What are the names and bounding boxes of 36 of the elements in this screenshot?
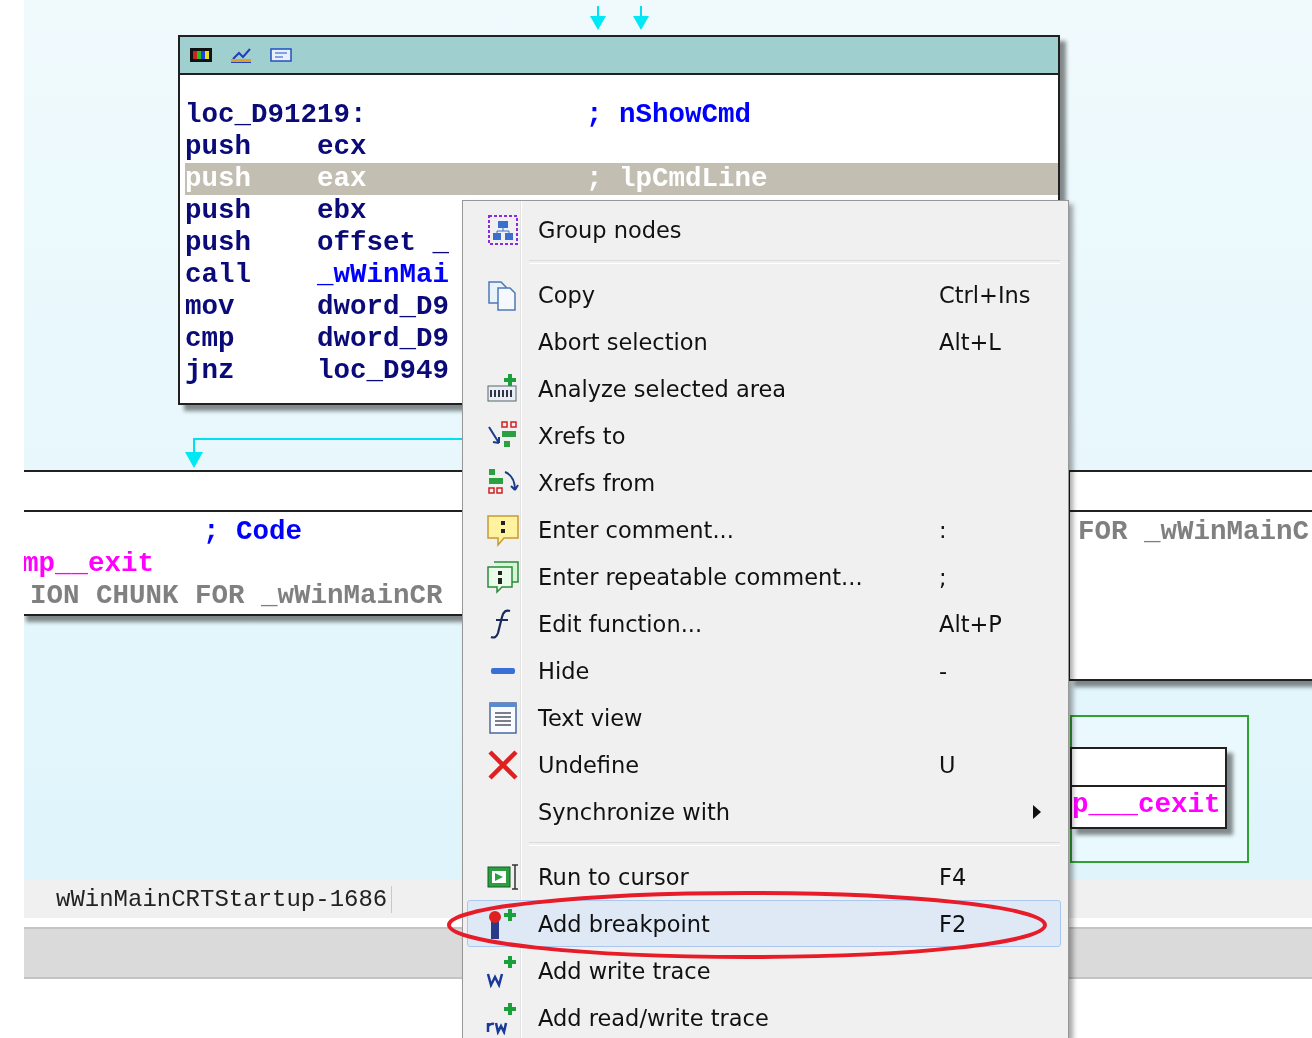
menu-item[interactable]: Edit function... Alt+P xyxy=(467,600,1061,647)
code-line: ; Code xyxy=(202,516,304,548)
close-icon xyxy=(486,747,520,782)
code-line: p___cexit xyxy=(1072,789,1222,821)
menu-item[interactable]: Xrefs from xyxy=(467,459,1061,506)
menu-item[interactable]: Abort selection Alt+L xyxy=(467,318,1061,365)
code-line: ION CHUNK FOR _wWinMainCR xyxy=(29,580,444,612)
location-text: wWinMainCRTStartup-1686 xyxy=(24,885,393,913)
text-view-icon xyxy=(486,700,520,735)
edge-arrow xyxy=(631,6,651,32)
menu-item[interactable]: Undefine U xyxy=(467,741,1061,788)
menu-item[interactable]: Run to cursor F4 xyxy=(467,853,1061,900)
menu-item[interactable]: Add breakpoint F2 xyxy=(467,900,1061,947)
menu-item[interactable]: Text view xyxy=(467,694,1061,741)
menu-item[interactable]: Synchronize with xyxy=(467,788,1061,835)
menu-item[interactable]: Add write trace xyxy=(467,947,1061,994)
code-label-line[interactable]: loc_D91219: ; nShowCmd xyxy=(185,99,1058,131)
graph-chart-icon xyxy=(230,47,252,63)
menu-item[interactable]: Add read/write trace xyxy=(467,994,1061,1038)
code-line: FOR _wWinMainC xyxy=(1077,516,1311,548)
code-line[interactable]: push ecx xyxy=(185,131,1058,163)
menu-item[interactable]: Analyze selected area xyxy=(467,365,1061,412)
minus-icon xyxy=(490,666,516,675)
menu-item[interactable]: Enter repeatable comment... ; xyxy=(467,553,1061,600)
menu-item[interactable]: Hide - xyxy=(467,647,1061,694)
colors-icon xyxy=(190,48,212,62)
comment-icon xyxy=(486,512,520,547)
text-box-icon xyxy=(270,48,292,62)
repeatable-comment-icon xyxy=(486,559,520,594)
submenu-arrow-icon xyxy=(1033,804,1041,819)
menu-item[interactable]: Enter comment... : xyxy=(467,506,1061,553)
group-nodes-icon xyxy=(486,212,520,247)
menu-item[interactable]: Group nodes xyxy=(467,206,1061,253)
menu-item[interactable]: Xrefs to xyxy=(467,412,1061,459)
edge-arrow xyxy=(588,6,608,32)
menu-item[interactable]: Copy Ctrl+Ins xyxy=(467,271,1061,318)
